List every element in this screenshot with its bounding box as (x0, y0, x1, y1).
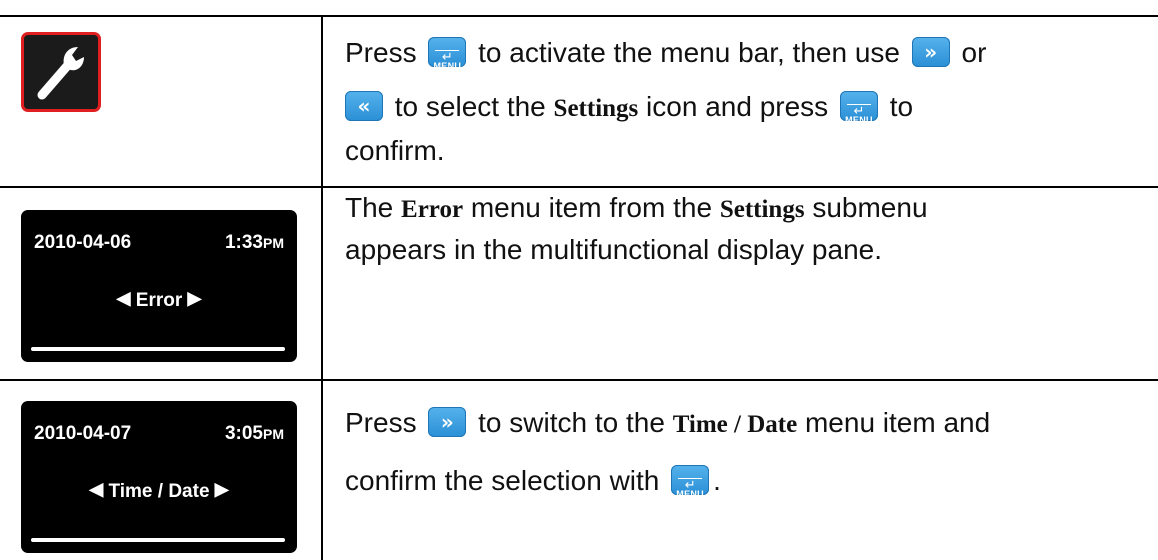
screen-underline (31, 347, 285, 351)
menu-button-icon: MENU ↵ (839, 90, 878, 125)
text-line: Press MENU ↵ to activate the menu bar, th… (345, 25, 1138, 81)
text-part: to (881, 91, 914, 122)
screen-ampm: PM (263, 426, 284, 442)
screen-item-label: Time / Date (108, 481, 210, 502)
text-part: confirm the selection with (345, 465, 668, 496)
screen-ampm: PM (263, 235, 284, 251)
text-line: appears in the multifunctional display p… (345, 230, 1138, 270)
text-line: confirm the selection with MENU ↵. (345, 453, 1138, 509)
text-part: icon and press (638, 91, 836, 122)
left-arrow-glyph: « (357, 93, 371, 118)
text-part: appears in the multifunctional display p… (345, 234, 883, 265)
right-triangle-icon: ▶ (214, 479, 229, 500)
right-arrow-button-icon: » (428, 406, 467, 437)
return-glyph: ↵ (441, 49, 453, 65)
left-triangle-icon: ◀ (116, 288, 131, 309)
table-row: 2010-04-07 3:05PM ◀ Time / Date ▶ Press … (0, 381, 1158, 560)
text-part: or (953, 37, 987, 68)
text-line: The Error menu item from the Settings su… (345, 188, 1138, 230)
text-part: . (713, 465, 721, 496)
display-screen: 2010-04-07 3:05PM ◀ Time / Date ▶ (21, 401, 297, 553)
right-triangle-icon: ▶ (187, 288, 202, 309)
return-glyph: ↵ (853, 103, 865, 119)
menu-icon-label: MENU (676, 488, 704, 499)
text-part: confirm. (345, 135, 445, 166)
wrench-icon (37, 47, 84, 100)
screen-time-value: 1:33 (224, 232, 263, 253)
left-arrow-button-icon: « (345, 90, 383, 121)
right-arrow-glyph: » (440, 409, 454, 434)
text-part: to select the (387, 91, 554, 122)
text-part: Press (345, 37, 425, 68)
text-part: to switch to the (470, 407, 673, 438)
screen-menu-item: ◀ Time / Date ▶ (21, 479, 297, 503)
menu-button-icon: MENU ↵ (671, 464, 710, 499)
screen-date: 2010-04-07 (34, 423, 132, 444)
screen-date: 2010-04-06 (34, 232, 132, 253)
screen-cell: 2010-04-07 3:05PM ◀ Time / Date ▶ (0, 381, 321, 560)
screen-cell: 2010-04-06 1:33PM ◀ Error ▶ (0, 188, 321, 379)
settings-label: Settings (719, 196, 805, 223)
settings-label: Settings (553, 95, 639, 122)
time-date-label: Time / Date (672, 411, 798, 438)
error-label: Error (401, 196, 464, 223)
menu-icon-label: MENU (845, 114, 873, 125)
settings-wrench-icon (21, 32, 101, 112)
menu-button-icon: MENU ↵ (428, 36, 467, 71)
left-triangle-icon: ◀ (89, 479, 104, 500)
text-part: menu item from the (463, 192, 720, 223)
screen-menu-item: ◀ Error ▶ (21, 288, 297, 312)
text-part: Press (345, 407, 425, 438)
right-arrow-button-icon: » (911, 36, 950, 67)
return-glyph: ↵ (684, 477, 696, 493)
right-arrow-glyph: » (924, 39, 938, 64)
icon-cell (0, 17, 321, 186)
menu-icon-label: MENU (433, 60, 462, 71)
screen-item-label: Error (135, 290, 183, 311)
text-part: The (345, 192, 402, 223)
screen-time-value: 3:05 (224, 423, 263, 444)
instruction-text: Press MENU ↵ to activate the menu bar, th… (345, 25, 1138, 171)
screen-time: 1:33PM (225, 232, 284, 254)
text-part: to activate the menu bar, then use (470, 37, 908, 68)
text-line: confirm. (345, 131, 1138, 171)
table-row: 2010-04-06 1:33PM ◀ Error ▶ The Error me… (0, 188, 1158, 379)
text-line: Press » to switch to the Time / Date men… (345, 395, 1138, 453)
text-part: menu item and (797, 407, 991, 438)
screen-time: 3:05PM (225, 423, 284, 445)
instruction-text: The Error menu item from the Settings su… (345, 188, 1138, 270)
screen-underline (31, 538, 285, 542)
display-screen: 2010-04-06 1:33PM ◀ Error ▶ (21, 210, 297, 362)
instruction-text: Press » to switch to the Time / Date men… (345, 395, 1138, 509)
text-part: submenu (804, 192, 928, 223)
table-row: Press MENU ↵ to activate the menu bar, th… (0, 17, 1158, 186)
